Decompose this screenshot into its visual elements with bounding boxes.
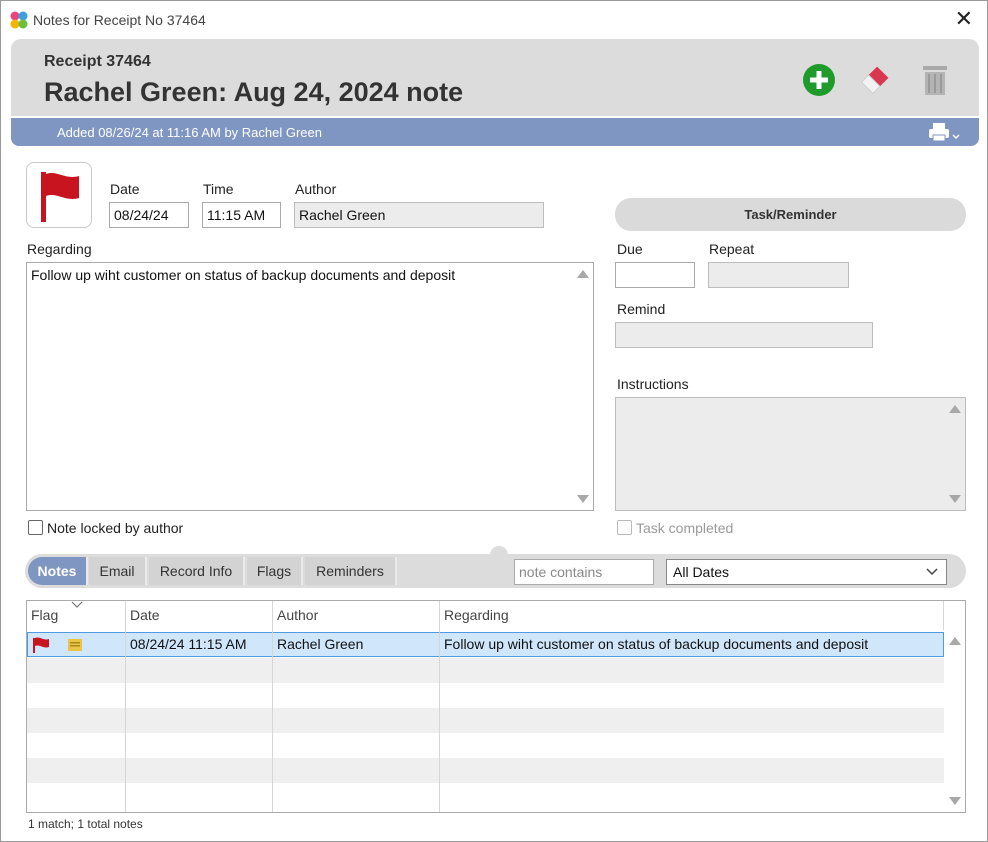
sort-chevron-icon bbox=[71, 601, 83, 608]
note-locked-checkbox[interactable] bbox=[28, 520, 43, 535]
note-icon bbox=[68, 639, 82, 651]
chevron-down-icon bbox=[926, 568, 938, 576]
regarding-label: Regarding bbox=[27, 241, 92, 257]
row-author: Rachel Green bbox=[277, 636, 364, 652]
task-reminder-button[interactable]: Task/Reminder bbox=[615, 198, 966, 231]
app-pinwheel-icon bbox=[10, 11, 28, 29]
task-completed-label: Task completed bbox=[636, 520, 734, 536]
regarding-text: Follow up wiht customer on status of bac… bbox=[31, 267, 456, 283]
close-icon[interactable]: ✕ bbox=[955, 7, 973, 31]
title-bar: Notes for Receipt No 37464 ✕ bbox=[1, 1, 987, 37]
column-divider bbox=[272, 630, 273, 812]
row-date: 08/24/24 11:15 AM bbox=[130, 636, 247, 652]
tab-email[interactable]: Email bbox=[89, 557, 147, 585]
time-label: Time bbox=[203, 181, 234, 197]
date-field[interactable]: 08/24/24 bbox=[109, 202, 189, 228]
column-header-author[interactable]: Author bbox=[273, 601, 440, 630]
added-info-bar: Added 08/26/24 at 11:16 AM by Rachel Gre… bbox=[11, 118, 979, 146]
note-search-input[interactable]: note contains bbox=[514, 559, 654, 585]
scroll-up-icon[interactable] bbox=[577, 270, 589, 278]
repeat-field[interactable] bbox=[708, 262, 849, 288]
task-completed-checkbox[interactable] bbox=[617, 520, 632, 535]
notes-window: Notes for Receipt No 37464 ✕ Receipt 374… bbox=[0, 0, 988, 842]
date-filter-select[interactable]: All Dates bbox=[666, 559, 947, 585]
trash-icon[interactable] bbox=[918, 63, 952, 97]
due-field[interactable] bbox=[615, 262, 695, 288]
tab-notes[interactable]: Notes bbox=[28, 557, 88, 585]
scroll-down-icon[interactable] bbox=[577, 495, 589, 503]
instructions-label: Instructions bbox=[617, 376, 689, 392]
scroll-up-icon[interactable] bbox=[949, 637, 961, 645]
table-row bbox=[27, 783, 944, 808]
note-header: Receipt 37464 Rachel Green: Aug 24, 2024… bbox=[11, 39, 979, 116]
notes-table: Flag Date Author Regarding 08/24/24 11:1… bbox=[26, 600, 966, 813]
column-divider bbox=[439, 630, 440, 812]
remind-label: Remind bbox=[617, 301, 666, 317]
scroll-up-icon[interactable] bbox=[949, 405, 961, 413]
regarding-scrollbar[interactable] bbox=[575, 265, 591, 508]
time-field[interactable]: 11:15 AM bbox=[202, 202, 281, 228]
scroll-down-icon[interactable] bbox=[949, 495, 961, 503]
instructions-scrollbar[interactable] bbox=[947, 400, 963, 508]
tab-reminders[interactable]: Reminders bbox=[305, 557, 397, 585]
author-field: Rachel Green bbox=[294, 202, 544, 228]
date-label: Date bbox=[110, 181, 140, 197]
table-row bbox=[27, 708, 944, 733]
eraser-icon[interactable] bbox=[858, 63, 892, 97]
regarding-textarea[interactable]: Follow up wiht customer on status of bac… bbox=[26, 262, 594, 511]
add-icon[interactable] bbox=[802, 63, 836, 97]
table-scrollbar[interactable] bbox=[947, 632, 963, 810]
column-header-regarding[interactable]: Regarding bbox=[440, 601, 944, 630]
instructions-textarea[interactable] bbox=[615, 397, 966, 511]
remind-field[interactable] bbox=[615, 322, 873, 348]
note-title: Rachel Green: Aug 24, 2024 note bbox=[44, 77, 464, 107]
receipt-label: Receipt 37464 bbox=[44, 53, 151, 70]
column-header-date[interactable]: Date bbox=[126, 601, 273, 630]
red-flag-icon bbox=[41, 172, 79, 222]
tab-flags[interactable]: Flags bbox=[247, 557, 303, 585]
table-row bbox=[27, 683, 944, 708]
status-text: 1 match; 1 total notes bbox=[28, 817, 143, 831]
added-info-text: Added 08/26/24 at 11:16 AM by Rachel Gre… bbox=[57, 125, 322, 140]
scroll-down-icon[interactable] bbox=[949, 797, 961, 805]
note-locked-label: Note locked by author bbox=[47, 520, 184, 536]
repeat-label: Repeat bbox=[709, 241, 755, 257]
due-label: Due bbox=[617, 241, 643, 257]
printer-icon[interactable] bbox=[927, 121, 961, 143]
table-row bbox=[27, 733, 944, 758]
row-regarding: Follow up wiht customer on status of bac… bbox=[444, 636, 869, 652]
red-flag-icon bbox=[33, 637, 49, 653]
table-row bbox=[27, 658, 944, 683]
table-row[interactable]: 08/24/24 11:15 AM Rachel Green Follow up… bbox=[27, 632, 944, 657]
date-filter-value: All Dates bbox=[673, 564, 730, 580]
flag-button[interactable] bbox=[26, 162, 92, 228]
author-label: Author bbox=[295, 181, 337, 197]
window-title: Notes for Receipt No 37464 bbox=[33, 12, 206, 28]
column-divider bbox=[125, 630, 126, 812]
table-row bbox=[27, 758, 944, 783]
tab-record-info[interactable]: Record Info bbox=[149, 557, 245, 585]
